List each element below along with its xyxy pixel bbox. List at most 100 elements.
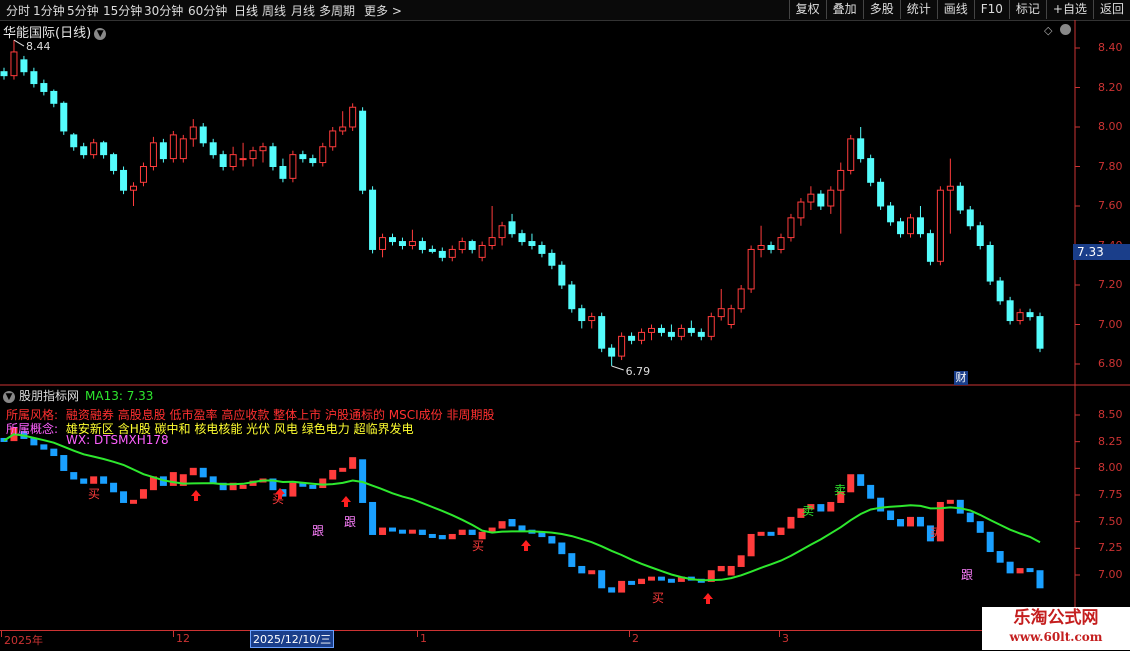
indicator-bar bbox=[787, 516, 795, 529]
candle-body bbox=[498, 225, 506, 239]
axis-tick-label: 7.00 bbox=[1098, 568, 1123, 581]
toolbar-button-6[interactable]: 标记 bbox=[1008, 0, 1046, 19]
indicator-bar bbox=[548, 536, 556, 544]
period-tab-9[interactable]: 多周期 bbox=[319, 2, 355, 19]
diamond-icon[interactable]: ◇ bbox=[1044, 24, 1052, 37]
indicator-bar bbox=[60, 455, 68, 471]
toolbar-button-0[interactable]: 复权 bbox=[788, 0, 826, 19]
high-pointer bbox=[13, 39, 25, 47]
signal-buy: 买 bbox=[930, 526, 942, 540]
indicator-bar bbox=[528, 529, 536, 534]
candle-body bbox=[508, 221, 516, 235]
finance-badge[interactable]: 财 bbox=[954, 371, 968, 385]
candle-body bbox=[926, 233, 934, 262]
chevron-down-icon[interactable]: ▼ bbox=[3, 390, 15, 403]
indicator-bar bbox=[966, 512, 974, 523]
period-tab-8[interactable]: 月线 bbox=[291, 2, 315, 19]
indicator-bar bbox=[847, 474, 855, 493]
watermark-url: www.60lt.com bbox=[1009, 630, 1103, 644]
indicator-bar bbox=[737, 555, 745, 567]
up-arrow-icon bbox=[191, 490, 201, 501]
period-tab-0[interactable]: 分时 bbox=[6, 2, 30, 19]
date-tick bbox=[629, 631, 630, 637]
indicator-bar bbox=[707, 570, 715, 582]
candle-body bbox=[279, 166, 287, 179]
axis-tick-label: 7.75 bbox=[1098, 488, 1123, 501]
toolbar: 分时 1分钟 5分钟 15分钟 30分钟 60分钟 日线 周线 月线 多周期 更多 > 复权 叠加 多股统… bbox=[0, 0, 1130, 21]
toolbar-button-2[interactable]: 多股 bbox=[862, 0, 900, 19]
candle-body bbox=[289, 154, 297, 179]
watermark-logo: 乐淘公式网 www.60lt.com bbox=[982, 607, 1130, 650]
candle-body bbox=[418, 241, 426, 250]
watermark-title: 乐淘公式网 bbox=[1013, 608, 1099, 628]
toolbar-button-7[interactable]: +自选 bbox=[1045, 0, 1093, 19]
indicator-bar bbox=[90, 476, 98, 484]
indicator-bar bbox=[209, 476, 217, 484]
ma-value: MA13: 7.33 bbox=[85, 389, 154, 403]
candle-body bbox=[70, 134, 78, 148]
candle-body bbox=[757, 245, 765, 250]
axis-tick-label: 8.00 bbox=[1098, 120, 1123, 133]
candle-body bbox=[329, 130, 337, 148]
toolbar-button-5[interactable]: F10 bbox=[973, 0, 1009, 19]
period-tab-3[interactable]: 15分钟 bbox=[103, 2, 142, 19]
signal-buy: 买 bbox=[472, 539, 484, 553]
indicator-bar bbox=[498, 521, 506, 529]
candle-body bbox=[1036, 316, 1044, 349]
candle-body bbox=[10, 51, 18, 77]
axis-tick-label: 7.50 bbox=[1098, 514, 1123, 528]
settings-circle-icon[interactable] bbox=[1060, 24, 1071, 35]
kline-chart[interactable]: 8.446.79买 买跟跟买买卖卖买跟 bbox=[0, 0, 1130, 650]
period-tab-2[interactable]: 5分钟 bbox=[67, 2, 99, 19]
signal-buy: 买 bbox=[652, 591, 664, 605]
signal-follow: 跟 bbox=[312, 524, 324, 538]
indicator-bar bbox=[887, 510, 895, 521]
indicator-bar bbox=[120, 491, 128, 503]
candle-body bbox=[558, 264, 566, 286]
concept-label: 所属概念: bbox=[6, 422, 59, 436]
indicator-bar bbox=[159, 476, 167, 486]
indicator-bar bbox=[279, 489, 287, 497]
axis-tick-label: 8.50 bbox=[1098, 408, 1123, 421]
toolbar-button-3[interactable]: 统计 bbox=[899, 0, 937, 19]
period-tab-5[interactable]: 60分钟 bbox=[188, 2, 227, 19]
candle-body bbox=[269, 146, 277, 167]
indicator-bar bbox=[608, 587, 616, 593]
candle-body bbox=[179, 138, 187, 160]
period-tab-1[interactable]: 1分钟 bbox=[33, 2, 65, 19]
date-label: 12 bbox=[176, 632, 190, 645]
indicator-bar bbox=[179, 474, 187, 486]
indicator-bar bbox=[827, 501, 835, 512]
chevron-down-icon[interactable]: ▼ bbox=[94, 27, 107, 40]
indicator-bar bbox=[907, 516, 914, 527]
toolbar-button-8[interactable]: 返回 bbox=[1092, 0, 1130, 19]
chart-title: 华能国际(日线) ▼ bbox=[3, 22, 107, 41]
indicator-bar bbox=[897, 519, 905, 527]
axis-tick-label: 8.25 bbox=[1098, 434, 1123, 448]
candle-body bbox=[139, 166, 147, 183]
candle-body bbox=[319, 146, 327, 164]
period-tab-7[interactable]: 周线 bbox=[262, 2, 286, 19]
indicator-title: ▼ 股朋指标网 MA13: 7.33 bbox=[3, 387, 153, 404]
up-arrow-icon bbox=[703, 593, 713, 604]
candle-body bbox=[50, 90, 58, 104]
toolbar-button-1[interactable]: 叠加 bbox=[825, 0, 863, 19]
period-tab-4[interactable]: 30分钟 bbox=[144, 2, 183, 19]
candle-body bbox=[349, 106, 357, 128]
candle-body bbox=[249, 150, 257, 160]
candle-body bbox=[697, 331, 705, 337]
period-tab-6[interactable]: 日线 bbox=[234, 2, 258, 19]
candle-body bbox=[598, 316, 606, 349]
toolbar-button-4[interactable]: 画线 bbox=[936, 0, 974, 19]
candle-body bbox=[448, 248, 456, 258]
indicator-bar bbox=[877, 497, 885, 512]
indicator-bar bbox=[379, 527, 387, 535]
candle-body bbox=[628, 335, 636, 341]
indicator-bar bbox=[309, 484, 317, 489]
date-tick bbox=[417, 631, 418, 637]
toolbar-right: 复权 叠加 多股 统计 画线 F10 标记 +自选 返回 bbox=[788, 0, 1130, 20]
indicator-bar bbox=[50, 448, 58, 457]
signal-buy: 买 bbox=[272, 492, 284, 506]
indicator-bar bbox=[618, 580, 626, 593]
period-tab-10[interactable]: 更多 > bbox=[364, 2, 402, 19]
